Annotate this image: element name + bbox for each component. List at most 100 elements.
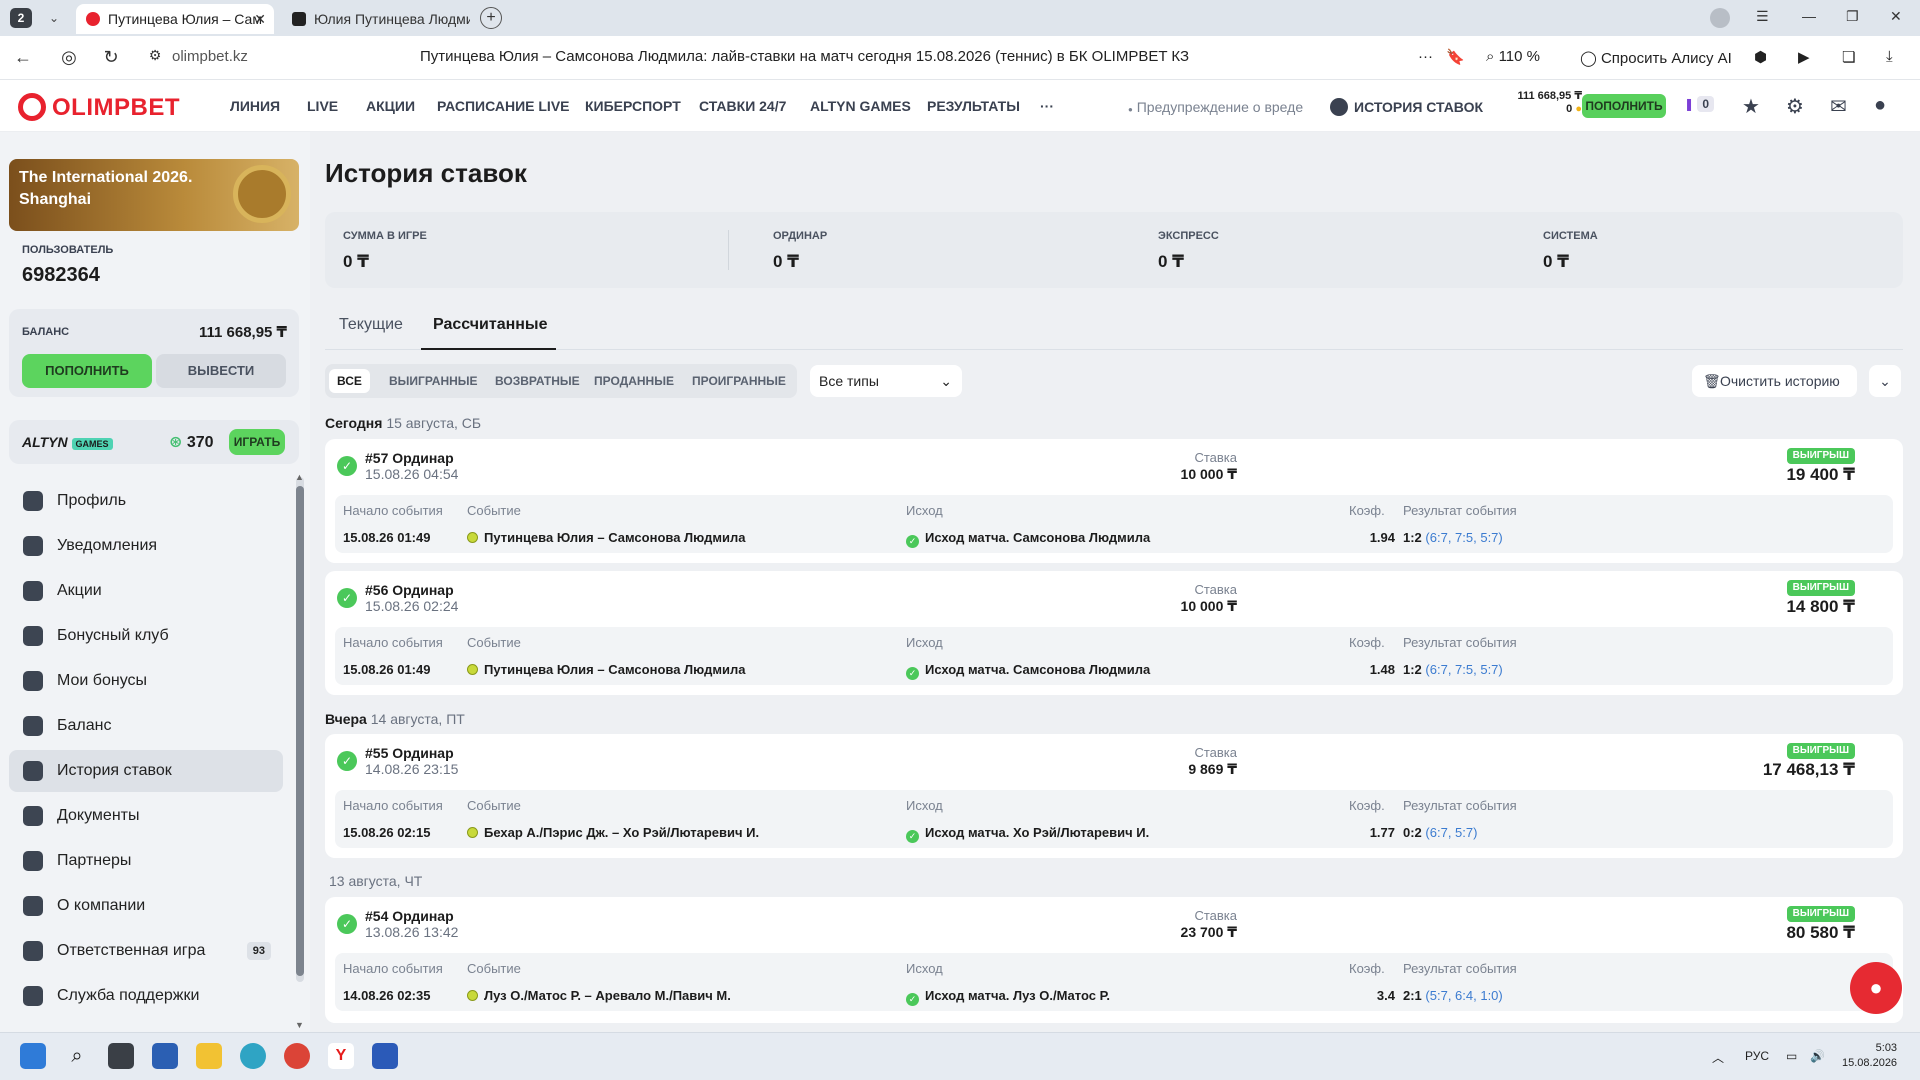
sidebar-scroll-thumb[interactable] [296, 486, 304, 976]
account-icon[interactable]: ● [1874, 94, 1886, 117]
site-info-icon[interactable]: ⚙ [144, 47, 166, 64]
network-icon[interactable]: ▭ [1786, 1049, 1797, 1063]
task-view-icon[interactable] [108, 1043, 134, 1069]
withdraw-button[interactable]: ВЫВЕСТИ [156, 354, 286, 388]
nav-live[interactable]: LIVE [307, 98, 338, 114]
tab-close-icon[interactable]: ✕ [254, 4, 266, 34]
favorites-icon[interactable]: ★ [1742, 94, 1760, 119]
clock[interactable]: 5:03 15.08.2026 [1842, 1041, 1897, 1071]
bet-card[interactable]: ✓ #56 Ординар 15.08.26 02:24 Ставка 10 000 ₸… [325, 571, 1903, 695]
tab-list-dropdown-icon[interactable]: ⌄ [42, 8, 66, 28]
support-chat-button[interactable]: ● [1850, 962, 1902, 1014]
new-tab-button[interactable]: + [480, 7, 502, 29]
bet-card[interactable]: ✓ #54 Ординар 13.08.26 13:42 Ставка 23 700 ₸… [325, 897, 1903, 1023]
minimize-icon[interactable]: — [1802, 8, 1816, 24]
shield-icon[interactable]: ◎ [58, 47, 80, 68]
sidebar-item-support[interactable]: Служба поддержки [9, 975, 283, 1017]
scroll-up-icon[interactable]: ▲ [295, 472, 304, 482]
sidebar-item-bell[interactable]: Уведомления [9, 525, 283, 567]
bookmark-icon[interactable]: 🔖 [1446, 48, 1465, 66]
event-name[interactable]: Бехар А./Пэрис Дж. – Хо Рэй/Лютаревич И. [467, 825, 759, 840]
sidebar-item-club[interactable]: Бонусный клуб [9, 615, 283, 657]
tab-settled[interactable]: Рассчитанные [433, 316, 548, 334]
nav-live-schedule[interactable]: РАСПИСАНИЕ LIVE [437, 98, 570, 114]
sidebar-item-gift[interactable]: Акции [9, 570, 283, 612]
url-field[interactable]: olimpbet.kz [172, 48, 248, 65]
menu-icon[interactable]: ☰ [1756, 8, 1769, 25]
filter-lost[interactable]: ПРОИГРАННЫЕ [684, 369, 794, 393]
reload-icon[interactable]: ↻ [100, 47, 122, 68]
alice-button[interactable]: ◯ Спросить Алису AI [1572, 45, 1740, 71]
language-indicator[interactable]: РУС [1745, 1049, 1769, 1063]
sidebar-item-wallet[interactable]: Баланс [9, 705, 283, 747]
stake-label: Ставка [1194, 450, 1237, 465]
zoom-level[interactable]: ⌕ 110 % [1486, 48, 1540, 65]
back-icon[interactable]: ← [12, 47, 34, 68]
tab-current[interactable]: Текущие [339, 316, 403, 334]
clear-history-button[interactable]: 🗑 Очистить историю [1692, 365, 1857, 397]
sidebar-item-star[interactable]: Мои бонусы [9, 660, 283, 702]
chat-icon[interactable]: ✉ [1830, 94, 1847, 119]
ti-2026-banner[interactable]: The International 2026. Shanghai [9, 159, 299, 231]
volume-icon[interactable]: 🔊 [1810, 1049, 1825, 1063]
collections-icon[interactable]: ❏ [1842, 48, 1855, 66]
event-name[interactable]: Путинцева Юлия – Самсонова Людмила [467, 662, 745, 677]
sidebar-item-document[interactable]: Документы [9, 795, 283, 837]
tray-overflow-icon[interactable]: ︿ [1712, 1049, 1724, 1066]
bet-card[interactable]: ✓ #55 Ординар 14.08.26 23:15 Ставка 9 869 ₸ В… [325, 734, 1903, 858]
day-header: 13 августа, ЧТ [329, 873, 422, 889]
nav-promos[interactable]: АКЦИИ [366, 98, 415, 114]
bet-history-link[interactable]: ИСТОРИЯ СТАВОК [1330, 98, 1483, 116]
sidebar-item-handshake[interactable]: Партнеры [9, 840, 283, 882]
olimpbet-logo[interactable]: OLIMPBET [18, 93, 180, 122]
tab-counter[interactable]: 2 [10, 8, 32, 28]
scroll-down-icon[interactable]: ▼ [295, 1020, 304, 1030]
filter-all[interactable]: ВСЕ [329, 369, 370, 393]
nav-bets-247[interactable]: СТАВКИ 24/7 [699, 98, 786, 114]
media-icon[interactable]: ▶ [1798, 48, 1810, 66]
filter-sold[interactable]: ПРОДАННЫЕ [586, 369, 682, 393]
start-icon[interactable] [20, 1043, 46, 1069]
chrome-icon[interactable] [284, 1043, 310, 1069]
browser-tab-active[interactable]: Путинцева Юлия – Сам ✕ [76, 4, 274, 34]
edge-icon[interactable] [240, 1043, 266, 1069]
event-name[interactable]: Луз О./Матос Р. – Аревало М./Павич М. [467, 988, 731, 1003]
explorer-icon[interactable] [196, 1043, 222, 1069]
search-icon[interactable]: ⌕ [64, 1043, 90, 1069]
expand-all-icon[interactable]: ⌄ [1869, 365, 1901, 397]
browser-tab[interactable]: Юлия Путинцева Людми [282, 4, 470, 34]
win-badge: ВЫИГРЫШ [1786, 743, 1855, 759]
extensions-icon[interactable]: ⬢ [1754, 48, 1767, 66]
event-result: 0:2 (6:7, 5:7) [1403, 825, 1477, 840]
summary-label: ОРДИНАР [773, 230, 828, 242]
header-topup-button[interactable]: ПОПОЛНИТЬ [1582, 94, 1666, 118]
settings-icon[interactable]: ⚙ [1786, 94, 1804, 119]
restore-icon[interactable]: ❐ [1846, 8, 1859, 25]
nav-more-icon[interactable]: ··· [1040, 98, 1054, 114]
promo-badge[interactable]: ❚ 0 [1684, 96, 1715, 112]
topup-button[interactable]: ПОПОЛНИТЬ [22, 354, 152, 388]
play-button[interactable]: ИГРАТЬ [229, 429, 285, 455]
harm-warning-link[interactable]: ● Предупреждение о вреде [1128, 99, 1303, 115]
yandex-browser-icon[interactable]: Y [328, 1043, 354, 1069]
filter-returned[interactable]: ВОЗВРАТНЫЕ [487, 369, 588, 393]
sidebar-item-user[interactable]: Профиль [9, 480, 283, 522]
downloads-icon[interactable]: ⤓ [1886, 48, 1893, 65]
event-name[interactable]: Путинцева Юлия – Самсонова Людмила [467, 530, 745, 545]
close-window-icon[interactable]: ✕ [1890, 8, 1902, 25]
word-icon[interactable] [372, 1043, 398, 1069]
nav-esports[interactable]: КИБЕРСПОРТ [585, 98, 681, 114]
sidebar-item-info[interactable]: О компании [9, 885, 283, 927]
nav-altyn-games[interactable]: ALTYN GAMES [810, 98, 911, 114]
bet-type-select[interactable]: Все типы ⌄ [810, 365, 962, 397]
nav-results[interactable]: РЕЗУЛЬТАТЫ [927, 98, 1020, 114]
filter-won[interactable]: ВЫИГРАННЫЕ [381, 369, 486, 393]
more-icon[interactable]: ··· [1418, 48, 1433, 65]
nav-line[interactable]: ЛИНИЯ [230, 98, 280, 114]
final-score: 0:2 [1403, 825, 1422, 840]
profile-icon[interactable] [1710, 8, 1730, 28]
sidebar-item-clock[interactable]: История ставок [9, 750, 283, 792]
bet-card[interactable]: ✓ #57 Ординар 15.08.26 04:54 Ставка 10 000 ₸… [325, 439, 1903, 563]
sidebar-item-lock[interactable]: Ответственная игра 93 [9, 930, 283, 972]
store-icon[interactable] [152, 1043, 178, 1069]
